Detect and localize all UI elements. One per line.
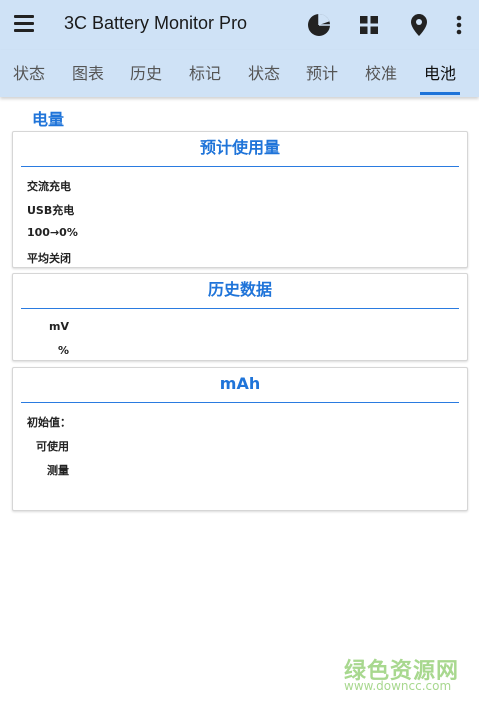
tab-history[interactable]: 历史 xyxy=(123,50,169,97)
mah-card: mAh 初始值： 可使用 测量 xyxy=(12,367,468,511)
grid-icon[interactable] xyxy=(354,10,384,40)
estimate-card: 预计使用量 交流充电 USB充电 100→0% 平均关闭 xyxy=(12,131,468,268)
tab-estimate[interactable]: 预计 xyxy=(299,50,345,97)
app-bar: 3C Battery Monitor Pro xyxy=(0,0,479,50)
row-label: 初始值： xyxy=(27,416,71,429)
card-title: 预计使用量 xyxy=(199,138,280,157)
app-title: 3C Battery Monitor Pro xyxy=(64,13,248,33)
card-title: mAh xyxy=(219,374,261,393)
location-pin-icon[interactable] xyxy=(404,10,434,40)
row-label: 平均关闭 xyxy=(27,252,71,265)
divider xyxy=(21,402,459,403)
row-label: 100→0% xyxy=(27,226,78,239)
row-label: 可使用 xyxy=(36,440,69,453)
tab-battery[interactable]: 电池 xyxy=(417,50,463,97)
pie-chart-icon[interactable] xyxy=(304,10,334,40)
more-vert-icon[interactable] xyxy=(444,10,474,40)
divider xyxy=(21,166,459,167)
card-title: 历史数据 xyxy=(207,280,272,299)
history-card: 历史数据 mV % xyxy=(12,273,468,361)
tab-chart[interactable]: 图表 xyxy=(65,50,111,97)
tab-bar: 状态 图表 历史 标记 状态 预计 校准 电池 xyxy=(0,50,479,97)
tab-status[interactable]: 状态 xyxy=(6,50,52,97)
row-label: USB充电 xyxy=(27,204,75,217)
active-tab-indicator xyxy=(420,92,460,95)
row-label: mV xyxy=(49,320,69,333)
tab-marks[interactable]: 标记 xyxy=(182,50,228,97)
tab-status-2[interactable]: 状态 xyxy=(241,50,287,97)
row-label: 测量 xyxy=(47,464,69,477)
row-label: 交流充电 xyxy=(27,180,71,193)
tab-calibrate[interactable]: 校准 xyxy=(358,50,404,97)
section-title: 电量 xyxy=(32,110,65,129)
watermark-url: www.downcc.com xyxy=(344,679,452,693)
menu-icon[interactable] xyxy=(14,15,34,33)
row-label: % xyxy=(57,344,69,357)
divider xyxy=(21,308,459,309)
